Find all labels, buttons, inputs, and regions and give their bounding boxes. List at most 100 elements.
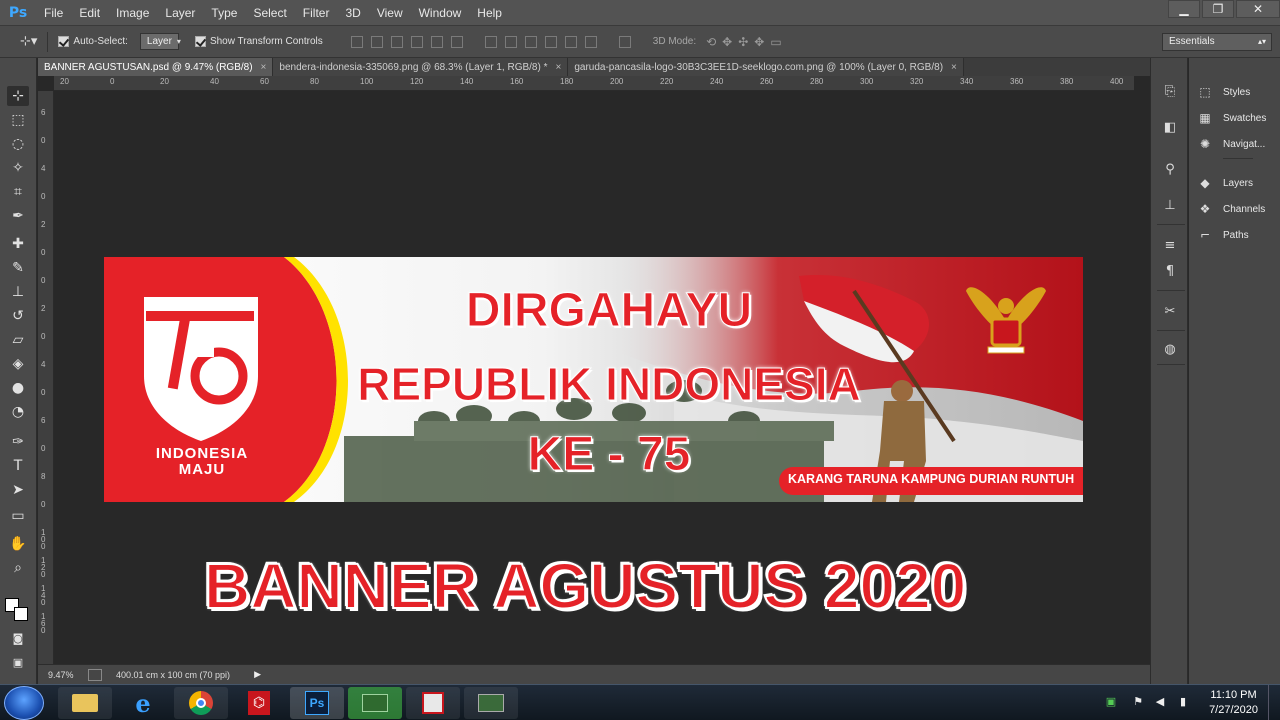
panel-swatches[interactable]: ▦ Swatches bbox=[1197, 109, 1266, 127]
workspace-dropdown[interactable]: Essentials ▴▾ bbox=[1162, 33, 1272, 51]
close-tab-icon[interactable]: × bbox=[951, 62, 957, 73]
canvas-area[interactable]: INDONESIA MAJU DIRGAHAYU REPUBLIK INDONE… bbox=[54, 91, 1134, 664]
quick-mask-icon[interactable]: ◙ bbox=[7, 628, 29, 648]
minimize-button[interactable]: ▁ bbox=[1168, 0, 1200, 18]
panel-layers[interactable]: ◆ Layers bbox=[1197, 174, 1253, 192]
tab-banner-agustusan[interactable]: BANNER AGUSTUSAN.psd @ 9.47% (RGB/8) × bbox=[38, 58, 274, 76]
distribute-bottom-icon[interactable] bbox=[524, 35, 537, 48]
distribute-right-icon[interactable] bbox=[584, 35, 597, 48]
panel-paths[interactable]: ⌐ Paths bbox=[1197, 226, 1249, 244]
paint-bucket-icon[interactable]: ◈ bbox=[7, 354, 29, 374]
taskbar-explorer[interactable] bbox=[58, 687, 112, 719]
volume-icon[interactable]: ◀ bbox=[1153, 695, 1167, 709]
tray-app-icon[interactable]: ▣ bbox=[1104, 695, 1118, 709]
marquee-tool-icon[interactable]: ⬚ bbox=[7, 110, 29, 130]
background-color-swatch[interactable] bbox=[14, 607, 28, 621]
type-tool-icon[interactable]: T bbox=[7, 456, 29, 476]
system-clock[interactable]: 11:10 PM 7/27/2020 bbox=[1209, 688, 1258, 718]
lasso-tool-icon[interactable]: ◌ bbox=[7, 134, 29, 154]
close-tab-icon[interactable]: × bbox=[556, 62, 562, 73]
zoom-level[interactable]: 9.47% bbox=[48, 670, 84, 680]
taskbar-app[interactable] bbox=[406, 687, 460, 719]
align-top-icon[interactable] bbox=[350, 35, 363, 48]
crop-tool-icon[interactable]: ⌗ bbox=[7, 182, 29, 202]
menu-3d[interactable]: 3D bbox=[337, 0, 368, 26]
taskbar-recorder[interactable] bbox=[464, 687, 518, 719]
show-transform-checkbox[interactable] bbox=[194, 36, 206, 47]
auto-select-dropdown[interactable]: Layer bbox=[139, 33, 179, 50]
close-tab-icon[interactable]: × bbox=[261, 62, 267, 73]
align-right-icon[interactable] bbox=[450, 35, 463, 48]
doc-info-icon[interactable] bbox=[88, 668, 102, 681]
align-bottom-icon[interactable] bbox=[390, 35, 403, 48]
history-icon[interactable]: ⎘ bbox=[1162, 84, 1178, 100]
clone-stamp-icon[interactable]: ⊥ bbox=[7, 282, 29, 302]
align-vcenter-icon[interactable] bbox=[370, 35, 383, 48]
menu-layer[interactable]: Layer bbox=[157, 0, 203, 26]
taskbar-chrome[interactable] bbox=[174, 687, 228, 719]
distribute-top-icon[interactable] bbox=[484, 35, 497, 48]
taskbar-photoshop[interactable]: Ps bbox=[290, 687, 344, 719]
shape-tool-icon[interactable]: ▭ bbox=[7, 506, 29, 526]
restore-button[interactable]: ❐ bbox=[1202, 0, 1234, 18]
panel-styles[interactable]: ⬚ Styles bbox=[1197, 83, 1250, 101]
menu-image[interactable]: Image bbox=[108, 0, 157, 26]
status-menu-arrow-icon[interactable]: ▶ bbox=[254, 669, 261, 680]
distribute-vcenter-icon[interactable] bbox=[504, 35, 517, 48]
zoom-tool-icon[interactable]: ⌕ bbox=[7, 558, 29, 578]
brush-presets-icon[interactable]: ⚲ bbox=[1162, 162, 1178, 178]
flag-icon[interactable]: ⚑ bbox=[1131, 695, 1145, 709]
tab-garuda-pancasila[interactable]: garuda-pancasila-logo-30B3C3EE1D-seeklog… bbox=[568, 58, 964, 76]
menu-help[interactable]: Help bbox=[469, 0, 510, 26]
character-icon[interactable]: ≡ bbox=[1162, 238, 1178, 254]
start-button[interactable] bbox=[4, 686, 44, 720]
taskbar-internet-explorer[interactable]: e bbox=[116, 687, 170, 719]
menu-window[interactable]: Window bbox=[411, 0, 470, 26]
show-desktop-button[interactable] bbox=[1268, 685, 1280, 720]
menu-edit[interactable]: Edit bbox=[71, 0, 108, 26]
close-button[interactable]: ✕ bbox=[1236, 0, 1280, 18]
color-palette-icon[interactable]: ◍ bbox=[1162, 342, 1178, 358]
horizontal-ruler[interactable]: 20 0 20 40 60 80 100 120 140 160 180 200 220 240 260 28… bbox=[54, 76, 1134, 91]
eraser-tool-icon[interactable]: ▱ bbox=[7, 330, 29, 350]
move-tool-icon[interactable]: ⊹ bbox=[7, 86, 29, 106]
distribute-hcenter-icon[interactable] bbox=[564, 35, 577, 48]
banner-line-dirgahayu: DIRGAHAYU bbox=[465, 284, 753, 338]
brush-tool-icon[interactable]: ✎ bbox=[7, 258, 29, 278]
history-brush-icon[interactable]: ↺ bbox=[7, 306, 29, 326]
panel-navigator[interactable]: ✺ Navigat... bbox=[1197, 135, 1265, 153]
pen-tool-icon[interactable]: ✑ bbox=[7, 432, 29, 452]
hand-tool-icon[interactable]: ✋ bbox=[7, 534, 29, 554]
dodge-tool-icon[interactable]: ◔ bbox=[7, 402, 29, 422]
3d-mode-icons[interactable]: ⟲✥✣✥▭ bbox=[706, 35, 788, 49]
taskbar-camtasia[interactable] bbox=[348, 687, 402, 719]
screen-mode-icon[interactable]: ▣ bbox=[7, 652, 29, 672]
panel-channels[interactable]: ❖ Channels bbox=[1197, 200, 1266, 218]
menu-type[interactable]: Type bbox=[203, 0, 245, 26]
align-hcenter-icon[interactable] bbox=[430, 35, 443, 48]
menu-filter[interactable]: Filter bbox=[295, 0, 338, 26]
photoshop-logo: Ps bbox=[8, 4, 28, 21]
taskbar-acrobat[interactable]: ⌬ bbox=[232, 687, 286, 719]
blur-tool-icon[interactable]: ● bbox=[7, 378, 29, 398]
path-selection-icon[interactable]: ➤ bbox=[7, 480, 29, 500]
menu-view[interactable]: View bbox=[369, 0, 411, 26]
auto-select-checkbox[interactable] bbox=[58, 36, 70, 47]
healing-brush-icon[interactable]: ✚ bbox=[7, 234, 29, 254]
tab-bendera-indonesia[interactable]: bendera-indonesia-335069.png @ 68.3% (La… bbox=[273, 58, 569, 76]
eyedropper-tool-icon[interactable]: ✒ bbox=[7, 206, 29, 226]
vertical-ruler[interactable]: 6 0 4 0 2 0 0 2 0 4 0 6 0 8 0 1 0 0 1 2 0 1 4 0 1 6 0 bbox=[38, 91, 54, 664]
network-icon[interactable]: ▮ bbox=[1176, 695, 1190, 709]
magic-wand-icon[interactable]: ✧ bbox=[7, 158, 29, 178]
tool-presets-icon[interactable]: ✂ bbox=[1162, 304, 1178, 320]
auto-align-icon[interactable] bbox=[618, 35, 631, 48]
overlay-title: BANNER AGUSTUS 2020 bbox=[203, 549, 967, 623]
menu-file[interactable]: File bbox=[36, 0, 71, 26]
properties-icon[interactable]: ◧ bbox=[1162, 120, 1178, 136]
paragraph-icon[interactable]: ¶ bbox=[1162, 264, 1178, 280]
menu-select[interactable]: Select bbox=[245, 0, 294, 26]
move-tool-icon[interactable]: ⊹▾ bbox=[20, 34, 37, 49]
distribute-left-icon[interactable] bbox=[544, 35, 557, 48]
clone-source-icon[interactable]: ⊥ bbox=[1162, 198, 1178, 214]
align-left-icon[interactable] bbox=[410, 35, 423, 48]
